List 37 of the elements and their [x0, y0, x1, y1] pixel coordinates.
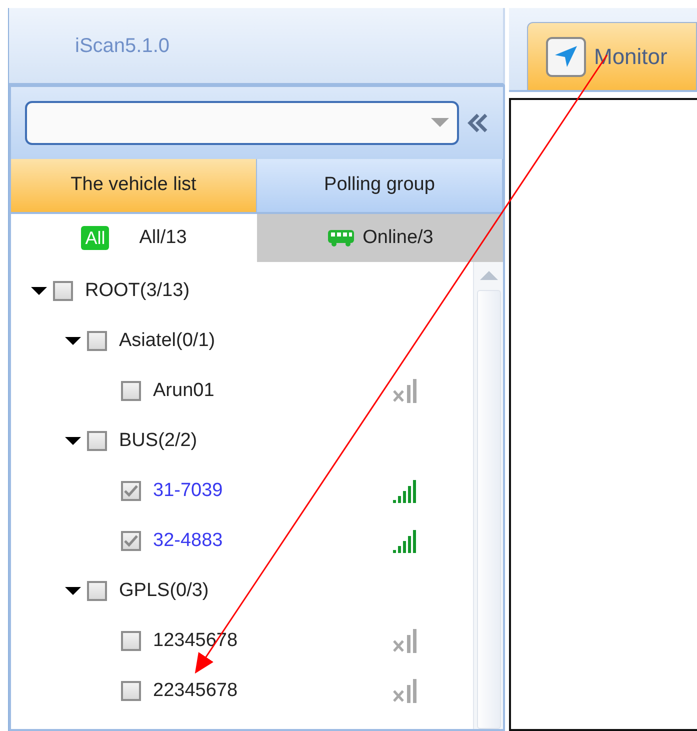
navigation-icon	[546, 36, 586, 76]
all-badge: All	[81, 226, 110, 250]
expanded-arrow-icon[interactable]	[65, 435, 81, 447]
group-label[interactable]: ROOT(3/13)	[85, 276, 325, 306]
checkbox[interactable]	[121, 481, 141, 501]
checkbox[interactable]	[121, 681, 141, 701]
app-title: iScan5.1.0	[75, 34, 170, 58]
vehicle-label[interactable]: 22345678	[153, 676, 393, 706]
checkbox[interactable]	[87, 331, 107, 351]
checkbox[interactable]	[121, 381, 141, 401]
checkbox[interactable]	[87, 431, 107, 451]
checkbox[interactable]	[121, 631, 141, 651]
checkbox[interactable]	[87, 581, 107, 601]
scroll-up-icon[interactable]	[480, 270, 498, 280]
checkbox[interactable]	[121, 531, 141, 551]
collapse-icon[interactable]	[467, 112, 489, 134]
scroll-thumb[interactable]	[476, 290, 500, 729]
vehicle-label[interactable]: 32-4883	[153, 526, 393, 556]
bus-icon	[326, 229, 355, 247]
filter-label: All/13	[139, 226, 187, 250]
expanded-arrow-icon[interactable]	[65, 585, 81, 597]
group-label[interactable]: BUS(2/2)	[119, 426, 359, 456]
vehicle-label[interactable]: 31-7039	[153, 476, 393, 506]
checkbox[interactable]	[53, 281, 73, 301]
dropdown-caret-icon	[431, 118, 449, 128]
expanded-arrow-icon[interactable]	[65, 335, 81, 347]
monitor-tab[interactable]: Monitor	[527, 22, 697, 90]
scrollbar[interactable]	[473, 262, 503, 729]
filter-label: Online/3	[362, 226, 434, 250]
panel-tab[interactable]: The vehicle list	[11, 159, 257, 212]
group-label[interactable]: GPLS(0/3)	[119, 576, 359, 606]
vehicle-label[interactable]: Arun01	[153, 376, 393, 406]
group-label[interactable]: Asiatel(0/1)	[119, 326, 359, 356]
filter-tab[interactable]: Online/3	[257, 214, 503, 262]
expanded-arrow-icon[interactable]	[31, 285, 47, 297]
panel-tab[interactable]: Polling group	[257, 159, 503, 212]
vehicle-search-combo[interactable]	[25, 101, 459, 145]
